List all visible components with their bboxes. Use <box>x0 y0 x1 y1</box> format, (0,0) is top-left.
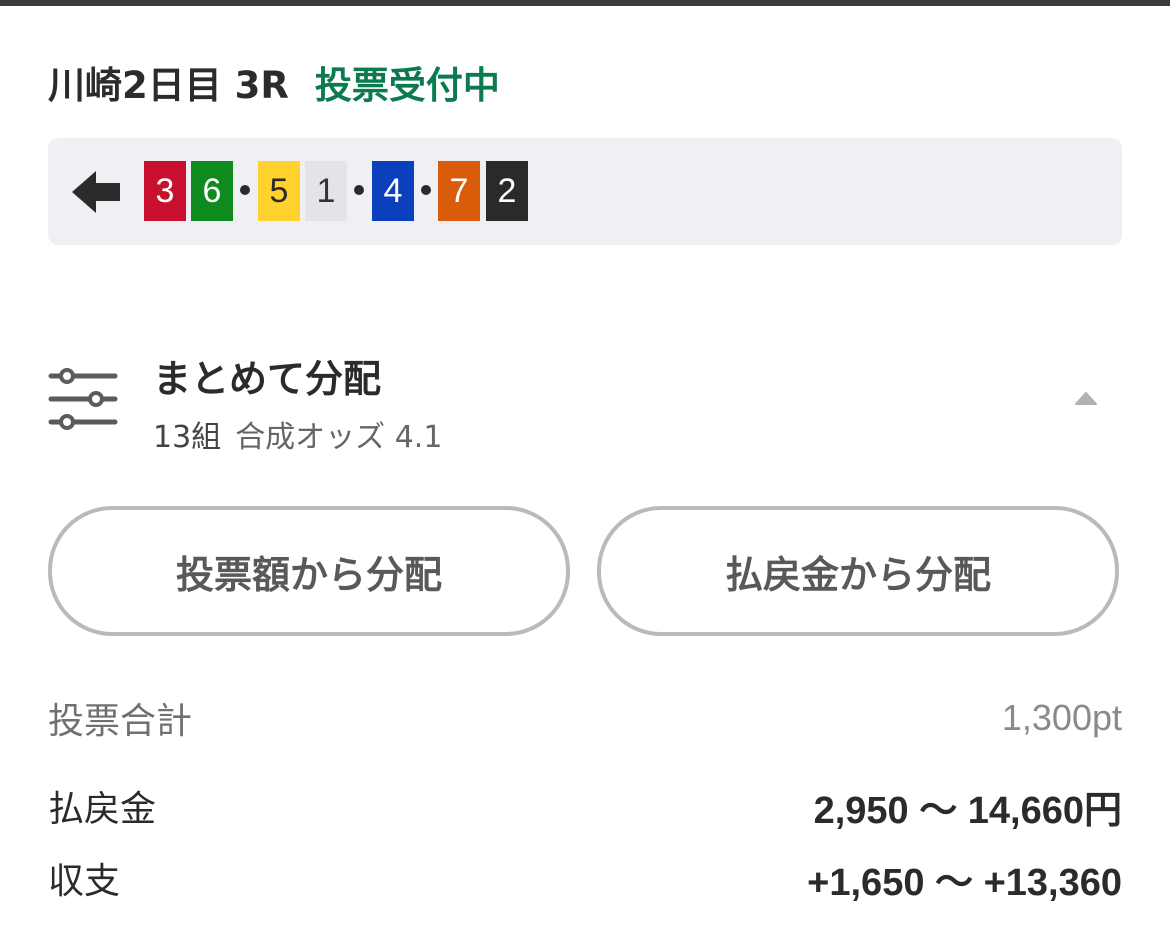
arrow-left-icon <box>72 171 120 213</box>
balance-row: 収支 +1,650 ～ +13,360 <box>48 850 1122 906</box>
distribution-summary: 13組 合成オッズ 4.1 <box>153 412 442 456</box>
combo-number-7: 7 <box>438 161 480 221</box>
combo-number-1: 1 <box>305 161 347 221</box>
bet-total-row: 投票合計 1,300pt <box>48 690 1122 746</box>
bet-total-label: 投票合計 <box>48 701 193 742</box>
payout-label: 払戻金 <box>48 789 157 830</box>
payout-row: 払戻金 2,950 ～ 14,660円 <box>48 778 1122 834</box>
combo-separator <box>240 185 250 195</box>
top-divider <box>0 0 1170 6</box>
balance-label: 収支 <box>48 861 121 902</box>
combo-separator <box>354 185 364 195</box>
composite-odds: 合成オッズ 4.1 <box>235 420 443 455</box>
sliders-icon <box>48 368 118 430</box>
combo-number-3: 3 <box>144 161 186 221</box>
combo-number-5: 5 <box>258 161 300 221</box>
balance-value: +1,650 ～ +13,360 <box>807 861 1122 904</box>
caret-up-icon[interactable] <box>1073 390 1099 406</box>
race-title: 川崎2日目 3R <box>48 64 289 107</box>
race-header: 川崎2日目 3R 投票受付中 <box>48 54 500 110</box>
distribute-by-bet-amount-button[interactable]: 投票額から分配 <box>48 506 570 636</box>
race-status: 投票受付中 <box>314 64 500 107</box>
combo-number-2: 2 <box>486 161 528 221</box>
combination-count: 13組 <box>153 420 222 455</box>
distribute-by-payout-button[interactable]: 払戻金から分配 <box>597 506 1119 636</box>
distribution-title: まとめて分配 <box>153 357 382 401</box>
combo-number-4: 4 <box>372 161 414 221</box>
combo-separator <box>421 185 431 195</box>
payout-value: 2,950 ～ 14,660円 <box>813 789 1122 832</box>
combo-number-6: 6 <box>191 161 233 221</box>
bet-total-value: 1,300pt <box>1001 697 1122 738</box>
